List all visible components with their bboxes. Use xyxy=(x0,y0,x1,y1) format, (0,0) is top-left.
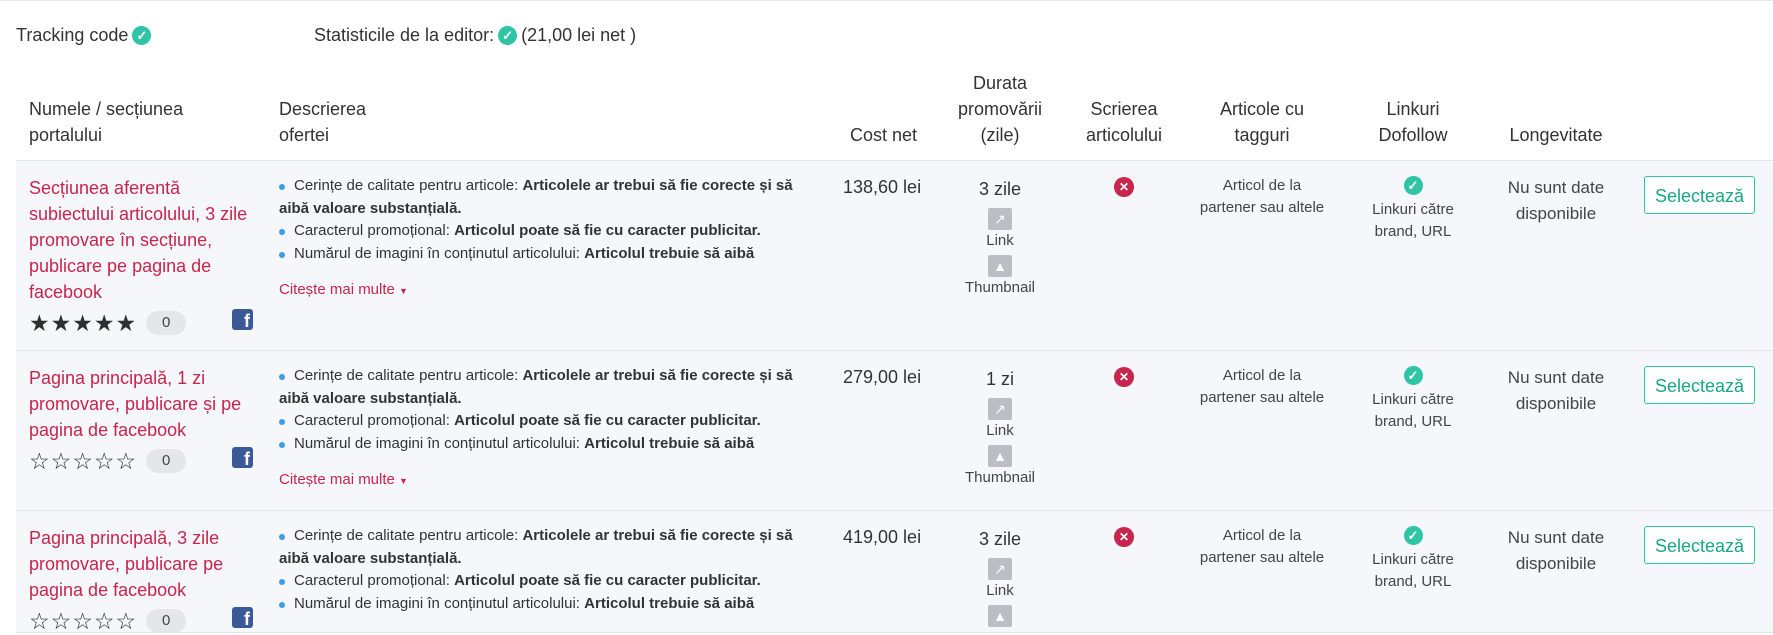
rating-count-badge: 0 xyxy=(146,609,187,633)
star-empty-icon: ☆ xyxy=(93,607,115,633)
bullet-icon xyxy=(279,441,285,448)
bullet-icon xyxy=(279,374,285,380)
select-offer-button[interactable]: Selectează xyxy=(1644,176,1755,214)
star-filled-icon: ★ xyxy=(72,309,93,336)
table-row: Pagina principală, 3 zile promovare, pub… xyxy=(16,510,1773,633)
external-link-icon: ↗ xyxy=(988,558,1012,580)
check-circle-icon: ✓ xyxy=(498,25,518,45)
check-circle-icon: ✓ xyxy=(1403,526,1423,545)
star-filled-icon: ★ xyxy=(29,309,50,336)
offer-description: Cerințe de calitate pentru articole: Art… xyxy=(279,527,793,612)
offer-title-link[interactable]: Secțiunea aferentă subiectului articolul… xyxy=(29,175,247,305)
bullet-icon xyxy=(279,419,285,425)
top-divider xyxy=(0,0,1773,1)
tracking-code-status: Tracking code ✓ xyxy=(16,22,152,48)
facebook-icon: f xyxy=(232,607,253,628)
offer-description: Cerințe de calitate pentru articole: Art… xyxy=(279,177,793,262)
editor-stats-value: (21,00 lei net ) xyxy=(521,24,637,45)
check-circle-icon: ✓ xyxy=(1403,366,1423,385)
image-icon: ▲ xyxy=(988,255,1012,277)
table-row: Secțiunea aferentă subiectului articolul… xyxy=(16,160,1773,351)
net-cost-value: 279,00 lei xyxy=(843,367,922,387)
select-offer-button[interactable]: Selectează xyxy=(1644,526,1755,564)
promotion-duration: 3 zile ↗ Link ▲ xyxy=(940,526,1060,629)
bullet-icon xyxy=(279,601,285,608)
offer-description: Cerințe de calitate pentru articole: Art… xyxy=(279,367,793,452)
bottom-divider xyxy=(16,632,1773,633)
star-empty-icon: ☆ xyxy=(115,607,137,633)
bullet-icon xyxy=(279,184,285,190)
tagged-articles-value: Articol de la partener sau altele xyxy=(1199,527,1325,566)
select-offer-button[interactable]: Selectează xyxy=(1644,366,1755,404)
rating-stars: ☆ ☆ ☆ ☆ ☆ 0 xyxy=(29,607,187,633)
star-empty-icon: ☆ xyxy=(29,447,50,474)
image-icon: ▲ xyxy=(988,445,1012,467)
header-dofollow-links: Linkuri Dofollow xyxy=(1378,99,1448,145)
dofollow-links-value: ✓ Linkuri către brand, URL xyxy=(1372,366,1454,430)
star-empty-icon: ☆ xyxy=(72,447,93,474)
bullet-icon xyxy=(279,251,285,258)
caret-down-icon: ▼ xyxy=(399,476,408,486)
x-circle-icon: ✕ xyxy=(1114,367,1134,387)
dofollow-links-value: ✓ Linkuri către brand, URL xyxy=(1372,176,1454,240)
header-portal-name: Numele / secțiunea portalului xyxy=(29,99,184,145)
star-empty-icon: ☆ xyxy=(93,447,115,474)
header-net-cost: Cost net xyxy=(850,125,918,145)
star-empty-icon: ☆ xyxy=(115,447,137,474)
check-circle-icon: ✓ xyxy=(132,25,152,45)
net-cost-value: 419,00 lei xyxy=(843,527,922,547)
header-tagged-articles: Articole cu tagguri xyxy=(1219,99,1305,145)
header-longevity: Longevitate xyxy=(1509,125,1603,145)
tagged-articles-value: Articol de la partener sau altele xyxy=(1199,177,1325,216)
offer-title-link[interactable]: Pagina principală, 3 zile promovare, pub… xyxy=(29,525,223,603)
promotion-duration: 3 zile ↗ Link ▲ Thumbnail xyxy=(964,179,1036,296)
longevity-value: Nu sunt date disponibile xyxy=(1507,528,1605,573)
dofollow-links-value: ✓ Linkuri către brand, URL xyxy=(1372,526,1454,590)
bullet-icon xyxy=(279,579,285,585)
star-empty-icon: ☆ xyxy=(72,607,93,633)
editor-stats-label: Statisticile de la editor: xyxy=(314,24,495,45)
external-link-icon: ↗ xyxy=(988,208,1012,230)
editor-stats: Statisticile de la editor: ✓ (21,00 lei … xyxy=(314,22,636,48)
rating-stars: ★ ★ ★ ★ ★ 0 xyxy=(29,309,187,336)
star-filled-icon: ★ xyxy=(115,309,137,336)
check-circle-icon: ✓ xyxy=(1403,176,1423,195)
external-link-icon: ↗ xyxy=(988,398,1012,420)
rating-count-badge: 0 xyxy=(146,311,187,335)
offer-title-link[interactable]: Pagina principală, 1 zi promovare, publi… xyxy=(29,365,241,443)
tracking-code-label: Tracking code xyxy=(16,24,129,45)
star-empty-icon: ☆ xyxy=(50,447,72,474)
header-promotion-duration: Durata promovării (zile) xyxy=(957,73,1043,145)
rating-count-badge: 0 xyxy=(146,449,187,473)
caret-down-icon: ▼ xyxy=(399,286,408,296)
x-circle-icon: ✕ xyxy=(1114,527,1134,547)
longevity-value: Nu sunt date disponibile xyxy=(1507,368,1605,413)
header-article-writing: Scrierea articolului xyxy=(1085,99,1163,145)
x-circle-icon: ✕ xyxy=(1114,177,1134,197)
table-row: Pagina principală, 1 zi promovare, publi… xyxy=(16,350,1773,511)
star-empty-icon: ☆ xyxy=(50,607,72,633)
read-more-link[interactable]: Citește mai multe ▼ xyxy=(279,471,408,488)
promotion-duration: 1 zi ↗ Link ▲ Thumbnail xyxy=(964,369,1036,486)
net-cost-value: 138,60 lei xyxy=(843,177,922,197)
star-filled-icon: ★ xyxy=(50,309,72,336)
read-more-link[interactable]: Citește mai multe ▼ xyxy=(279,281,408,298)
image-icon: ▲ xyxy=(988,605,1012,627)
star-empty-icon: ☆ xyxy=(29,607,50,633)
longevity-value: Nu sunt date disponibile xyxy=(1507,178,1605,223)
facebook-icon: f xyxy=(232,447,253,468)
rating-stars: ☆ ☆ ☆ ☆ ☆ 0 xyxy=(29,447,187,474)
header-offer-description: Descrierea ofertei xyxy=(279,99,367,145)
bullet-icon xyxy=(279,229,285,235)
facebook-icon: f xyxy=(232,309,253,330)
star-filled-icon: ★ xyxy=(93,309,115,336)
bullet-icon xyxy=(279,534,285,540)
tagged-articles-value: Articol de la partener sau altele xyxy=(1199,367,1325,406)
